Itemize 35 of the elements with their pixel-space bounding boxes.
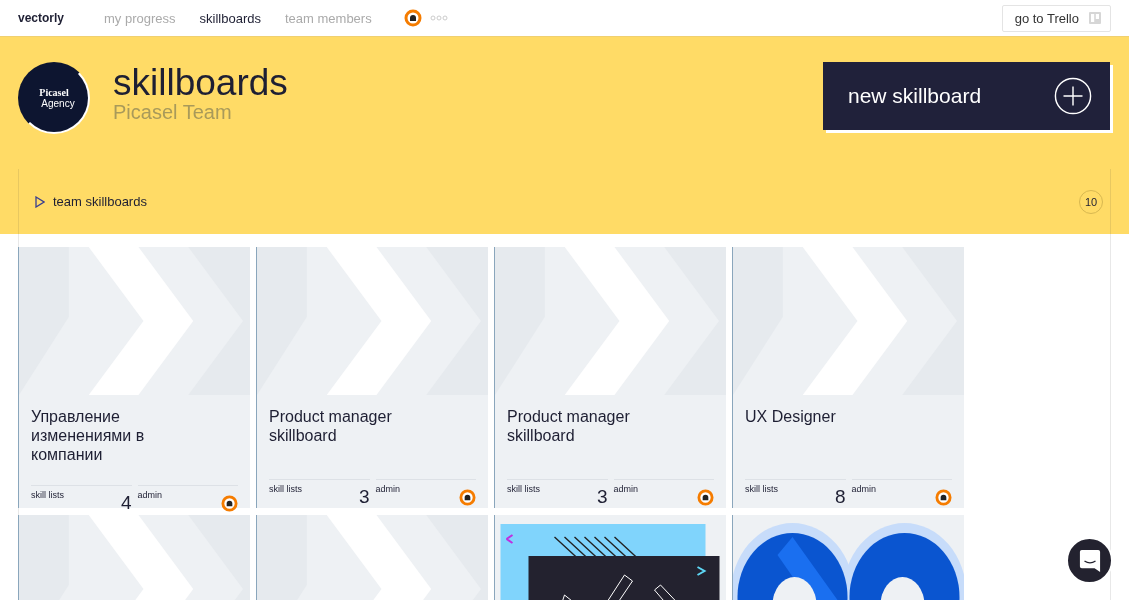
skill-lists-count: 3	[596, 486, 608, 508]
admin-avatar-icon	[935, 489, 952, 506]
card-title: Product manager skillboard	[269, 407, 393, 446]
page-title: skillboards	[113, 62, 288, 104]
new-skillboard-button[interactable]: new skillboard	[823, 62, 1110, 130]
skill-lists-label: skill lists	[507, 484, 540, 494]
user-avatar-icon[interactable]	[403, 9, 422, 27]
admin-avatar-icon	[459, 489, 476, 506]
expand-triangle-icon[interactable]	[35, 195, 45, 208]
trello-icon	[1089, 12, 1101, 24]
skillboard-card[interactable]: Product manager skillboard skill lists 3 admin	[494, 247, 726, 508]
skill-lists-label: skill lists	[269, 484, 302, 494]
admin-avatar-icon	[697, 489, 714, 506]
admin-label: admin	[851, 484, 876, 494]
card-title: UX Designer	[745, 407, 837, 427]
skill-lists-label: skill lists	[31, 490, 64, 500]
skill-lists-count: 8	[834, 486, 846, 508]
admin-label: admin	[375, 484, 400, 494]
plus-icon	[1054, 77, 1092, 115]
nav-tab[interactable]: skillboards	[199, 10, 261, 26]
admin-label: admin	[137, 490, 162, 500]
card-title: Product manager skillboard	[507, 407, 631, 446]
admin-avatar-icon	[221, 495, 238, 512]
team-logo: Picasel Agency	[18, 62, 90, 134]
trello-button[interactable]: go to Trello	[1001, 4, 1111, 32]
team-name: Picasel Team	[113, 101, 233, 124]
skillboard-card[interactable]: Product manager skillboard skill lists 3 admin	[256, 247, 488, 508]
admin-label: admin	[613, 484, 638, 494]
skill-lists-count: 3	[358, 486, 370, 508]
app-logo[interactable]: vectorly	[18, 11, 65, 25]
chat-icon	[1078, 548, 1101, 573]
skill-lists-label: skill lists	[745, 484, 778, 494]
skillboard-card[interactable]: UX Designer skill lists 8 admin	[732, 247, 964, 508]
section-label[interactable]: team skillboards	[53, 194, 147, 209]
card-title: Управление изменениями в компании	[31, 407, 146, 464]
